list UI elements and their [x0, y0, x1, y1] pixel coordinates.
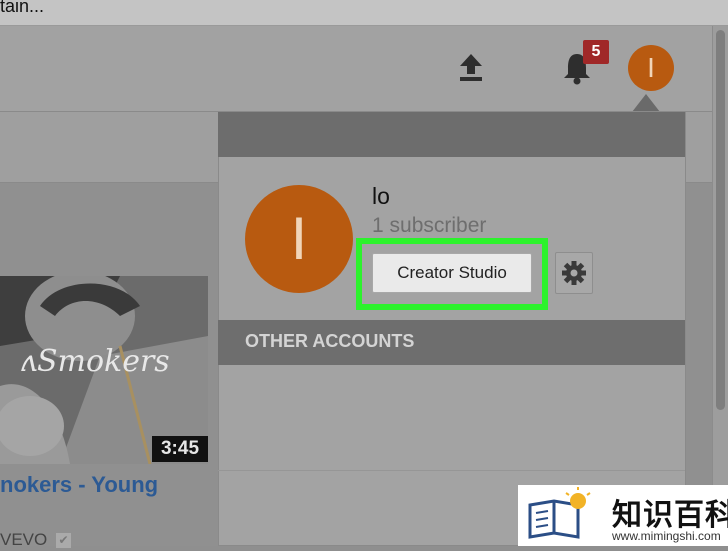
- watermark-url: www.mimingshi.com: [612, 529, 721, 543]
- upload-icon[interactable]: [456, 52, 486, 82]
- account-avatar-large[interactable]: I: [245, 185, 353, 293]
- video-title-link[interactable]: nokers - Young: [0, 472, 158, 498]
- gear-icon: [562, 261, 586, 285]
- menu-divider: [218, 470, 685, 471]
- thumbnail-art-text: ʌSmokers: [20, 344, 170, 379]
- browser-title-bar: tain...: [0, 0, 728, 26]
- watermark-text: 知识百科: [612, 499, 728, 532]
- masthead: [0, 26, 728, 112]
- video-duration: 3:45: [152, 436, 208, 462]
- video-channel: VEVO ✔: [0, 530, 71, 550]
- creator-studio-button[interactable]: Creator Studio: [372, 253, 532, 293]
- menu-caret: [632, 94, 660, 112]
- browser-title-text: tain...: [0, 0, 45, 16]
- settings-button[interactable]: [555, 252, 593, 294]
- account-name: lo: [372, 183, 390, 209]
- notification-count-badge: 5: [583, 40, 609, 64]
- scrollbar-thumb[interactable]: [716, 30, 725, 410]
- other-accounts-label: OTHER ACCOUNTS: [245, 331, 415, 351]
- account-menu-header: [218, 112, 685, 157]
- subscriber-count: 1 subscriber: [372, 214, 487, 237]
- account-avatar-button[interactable]: I: [628, 45, 674, 91]
- book-bulb-logo-icon: [528, 487, 591, 539]
- channel-name: VEVO: [0, 530, 48, 549]
